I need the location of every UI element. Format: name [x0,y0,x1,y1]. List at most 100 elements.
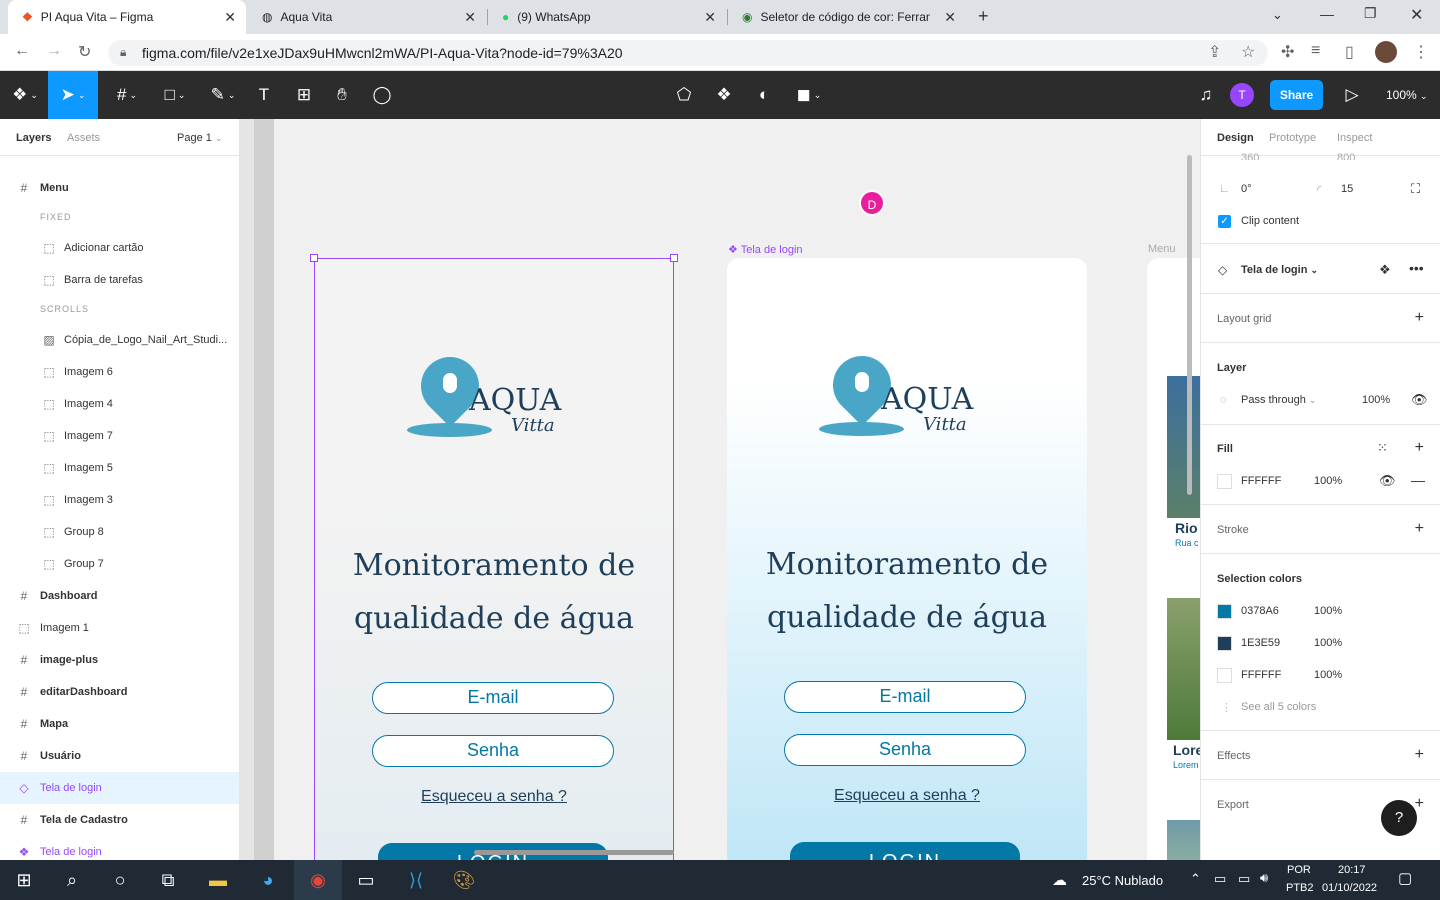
layer-row[interactable]: ⬚ Adicionar cartão [0,232,239,264]
layer-row[interactable]: ⬚ Imagem 6 [0,356,239,388]
close-window-icon[interactable]: ✕ [1410,5,1423,25]
vscode-icon[interactable]: ⟩⟨ [392,860,440,900]
layer-row[interactable]: ⬚ Imagem 5 [0,452,239,484]
layer-row[interactable]: # Dashboard [0,580,239,612]
restore-icon[interactable]: ❐ [1364,5,1377,22]
notifications-icon[interactable]: ▢ [1398,869,1412,887]
color-swatch[interactable] [1217,636,1232,651]
add-layout-grid-icon[interactable]: + [1415,309,1424,327]
menu-dots-icon[interactable]: ⋮ [1413,42,1429,62]
share-page-icon[interactable]: ⇪ [1208,42,1221,62]
url-text[interactable]: figma.com/file/v2e1xeJDax9uHMwcnl2mWA/PI… [142,45,623,61]
clock-time[interactable]: 20:17 [1338,864,1366,876]
page-selector[interactable]: Page 1 ⌄ [177,132,222,144]
network-icon[interactable]: ▭ [1214,871,1226,887]
canvas-vertical-scrollbar[interactable] [1187,155,1192,495]
weather-text[interactable]: 25°C Nublado [1082,873,1163,888]
hand-tool-icon[interactable]: ✋︎ [322,71,362,119]
tab-color-picker[interactable]: ◉ Seletor de código de cor: Ferram ✕ [728,0,966,34]
component-icon[interactable]: ❖ [704,71,744,119]
layer-row[interactable]: ⬚ Imagem 1 [0,612,239,644]
color-hex[interactable]: 1E3E59 [1241,637,1280,649]
resize-handle[interactable] [670,254,678,262]
tab-aqua-vita[interactable]: ◍ Aqua Vita ✕ [248,0,486,34]
resources-icon[interactable]: ⊞ [284,71,324,119]
style-grid-icon[interactable]: ⁙ [1377,440,1388,456]
media-icon[interactable]: ≡ [1311,42,1320,60]
component-name[interactable]: Tela de login ⌄ [1241,264,1318,276]
fill-opacity[interactable]: 100% [1314,475,1342,487]
see-all-colors-link[interactable]: See all 5 colors [1241,701,1316,713]
volume-icon[interactable]: 🔊︎ [1260,870,1268,886]
tab-search-icon[interactable]: ⌄ [1272,7,1283,23]
language-line-1[interactable]: POR [1287,864,1311,876]
user-avatar[interactable]: T [1230,83,1254,107]
add-stroke-icon[interactable]: + [1415,520,1424,538]
contrast-mask-icon[interactable]: ◐ [744,71,784,119]
close-icon[interactable]: ✕ [944,9,956,26]
login-frame[interactable]: AQUA Vitta Monitoramento de qualidade de… [727,258,1087,860]
windows-start-icon[interactable]: ⊞ [0,860,48,900]
cortana-icon[interactable]: ○ [96,860,144,900]
audio-headphones-icon[interactable]: ♫ [1186,71,1226,119]
layer-row[interactable]: # Mapa [0,708,239,740]
extensions-icon[interactable]: ✣ [1281,42,1294,62]
login-frame-selected[interactable]: AQUA Vitta Monitoramento de qualidade de… [314,258,674,860]
height-value[interactable]: 800 [1337,152,1355,160]
tab-figma[interactable]: ❖ PI Aqua Vita – Figma ✕ [8,0,246,34]
layer-row[interactable]: # Tela de Cadastro [0,804,239,836]
edge-icon[interactable]: ◕ [244,860,292,900]
rectangle-tool-icon[interactable]: □ ⌄ [154,71,196,119]
menu-frame[interactable]: Rio Rua c Lore Lorem [1147,258,1200,860]
add-fill-icon[interactable]: + [1415,439,1424,457]
password-field[interactable]: Senha [784,734,1026,766]
layer-row[interactable]: ⬚ Imagem 7 [0,420,239,452]
tab-assets[interactable]: Assets [67,132,100,144]
layer-row[interactable]: ⬚ Group 7 [0,548,239,580]
remove-fill-icon[interactable]: — [1411,472,1425,488]
color-opacity[interactable]: 100% [1314,637,1342,649]
layer-row[interactable]: ⬚ Imagem 3 [0,484,239,516]
fill-hex[interactable]: FFFFFF [1241,475,1281,487]
zoom-level[interactable]: 100% ⌄ [1386,88,1428,102]
chrome-icon[interactable]: ◉ [294,860,342,900]
present-play-icon[interactable]: ▷ [1332,71,1372,119]
layer-row[interactable]: ❖ Tela de login [0,836,239,860]
close-icon[interactable]: ✕ [224,9,236,26]
comment-tool-icon[interactable]: ◯ [362,71,402,119]
bookmark-star-icon[interactable]: ☆ [1241,42,1255,62]
layer-row[interactable]: # editarDashboard [0,676,239,708]
email-field[interactable]: E-mail [372,682,614,714]
file-explorer-icon[interactable]: ▬ [194,860,242,900]
canvas-scrollbar[interactable] [474,850,674,855]
battery-icon[interactable]: ▭ [1238,871,1250,887]
color-swatch[interactable] [1217,668,1232,683]
layer-row[interactable]: # Usuário [0,740,239,772]
canvas[interactable]: D D ❖ Tela de login Menu AQUA Vitta Moni… [240,119,1200,860]
reload-icon[interactable]: ↻ [78,42,91,62]
login-button[interactable]: LOGIN [790,842,1020,860]
fill-swatch[interactable] [1217,474,1232,489]
layer-row[interactable]: ▨ Cópia_de_Logo_Nail_Art_Studi... [0,324,239,356]
layer-row[interactable]: # Menu [0,172,239,204]
language-line-2[interactable]: PTB2 [1286,882,1314,894]
layer-row[interactable]: ◇ Tela de login [0,772,239,804]
close-icon[interactable]: ✕ [704,9,716,26]
frame-label[interactable]: ❖ Tela de login [728,243,803,256]
side-panel-icon[interactable]: ▯ [1345,42,1354,62]
terminal-icon[interactable]: ▭ [342,860,390,900]
tab-inspect[interactable]: Inspect [1337,132,1372,144]
paint-icon[interactable]: 🎨︎ [440,860,488,900]
corner-radius-value[interactable]: 15 [1341,183,1353,195]
share-button[interactable]: Share [1270,80,1323,110]
color-hex[interactable]: 0378A6 [1241,605,1279,617]
menu-frame-label[interactable]: Menu [1148,243,1176,255]
add-export-icon[interactable]: + [1415,795,1424,813]
minimize-icon[interactable]: — [1320,6,1334,22]
layer-row[interactable]: ⬚ Group 8 [0,516,239,548]
color-hex[interactable]: FFFFFF [1241,669,1281,681]
eye-icon[interactable]: 👁︎ [1379,473,1396,489]
independent-corners-icon[interactable]: ⛶ [1411,181,1420,197]
frame-tool-icon[interactable]: # ⌄ [106,71,148,119]
pen-tool-icon[interactable]: ✎ ⌄ [202,71,244,119]
